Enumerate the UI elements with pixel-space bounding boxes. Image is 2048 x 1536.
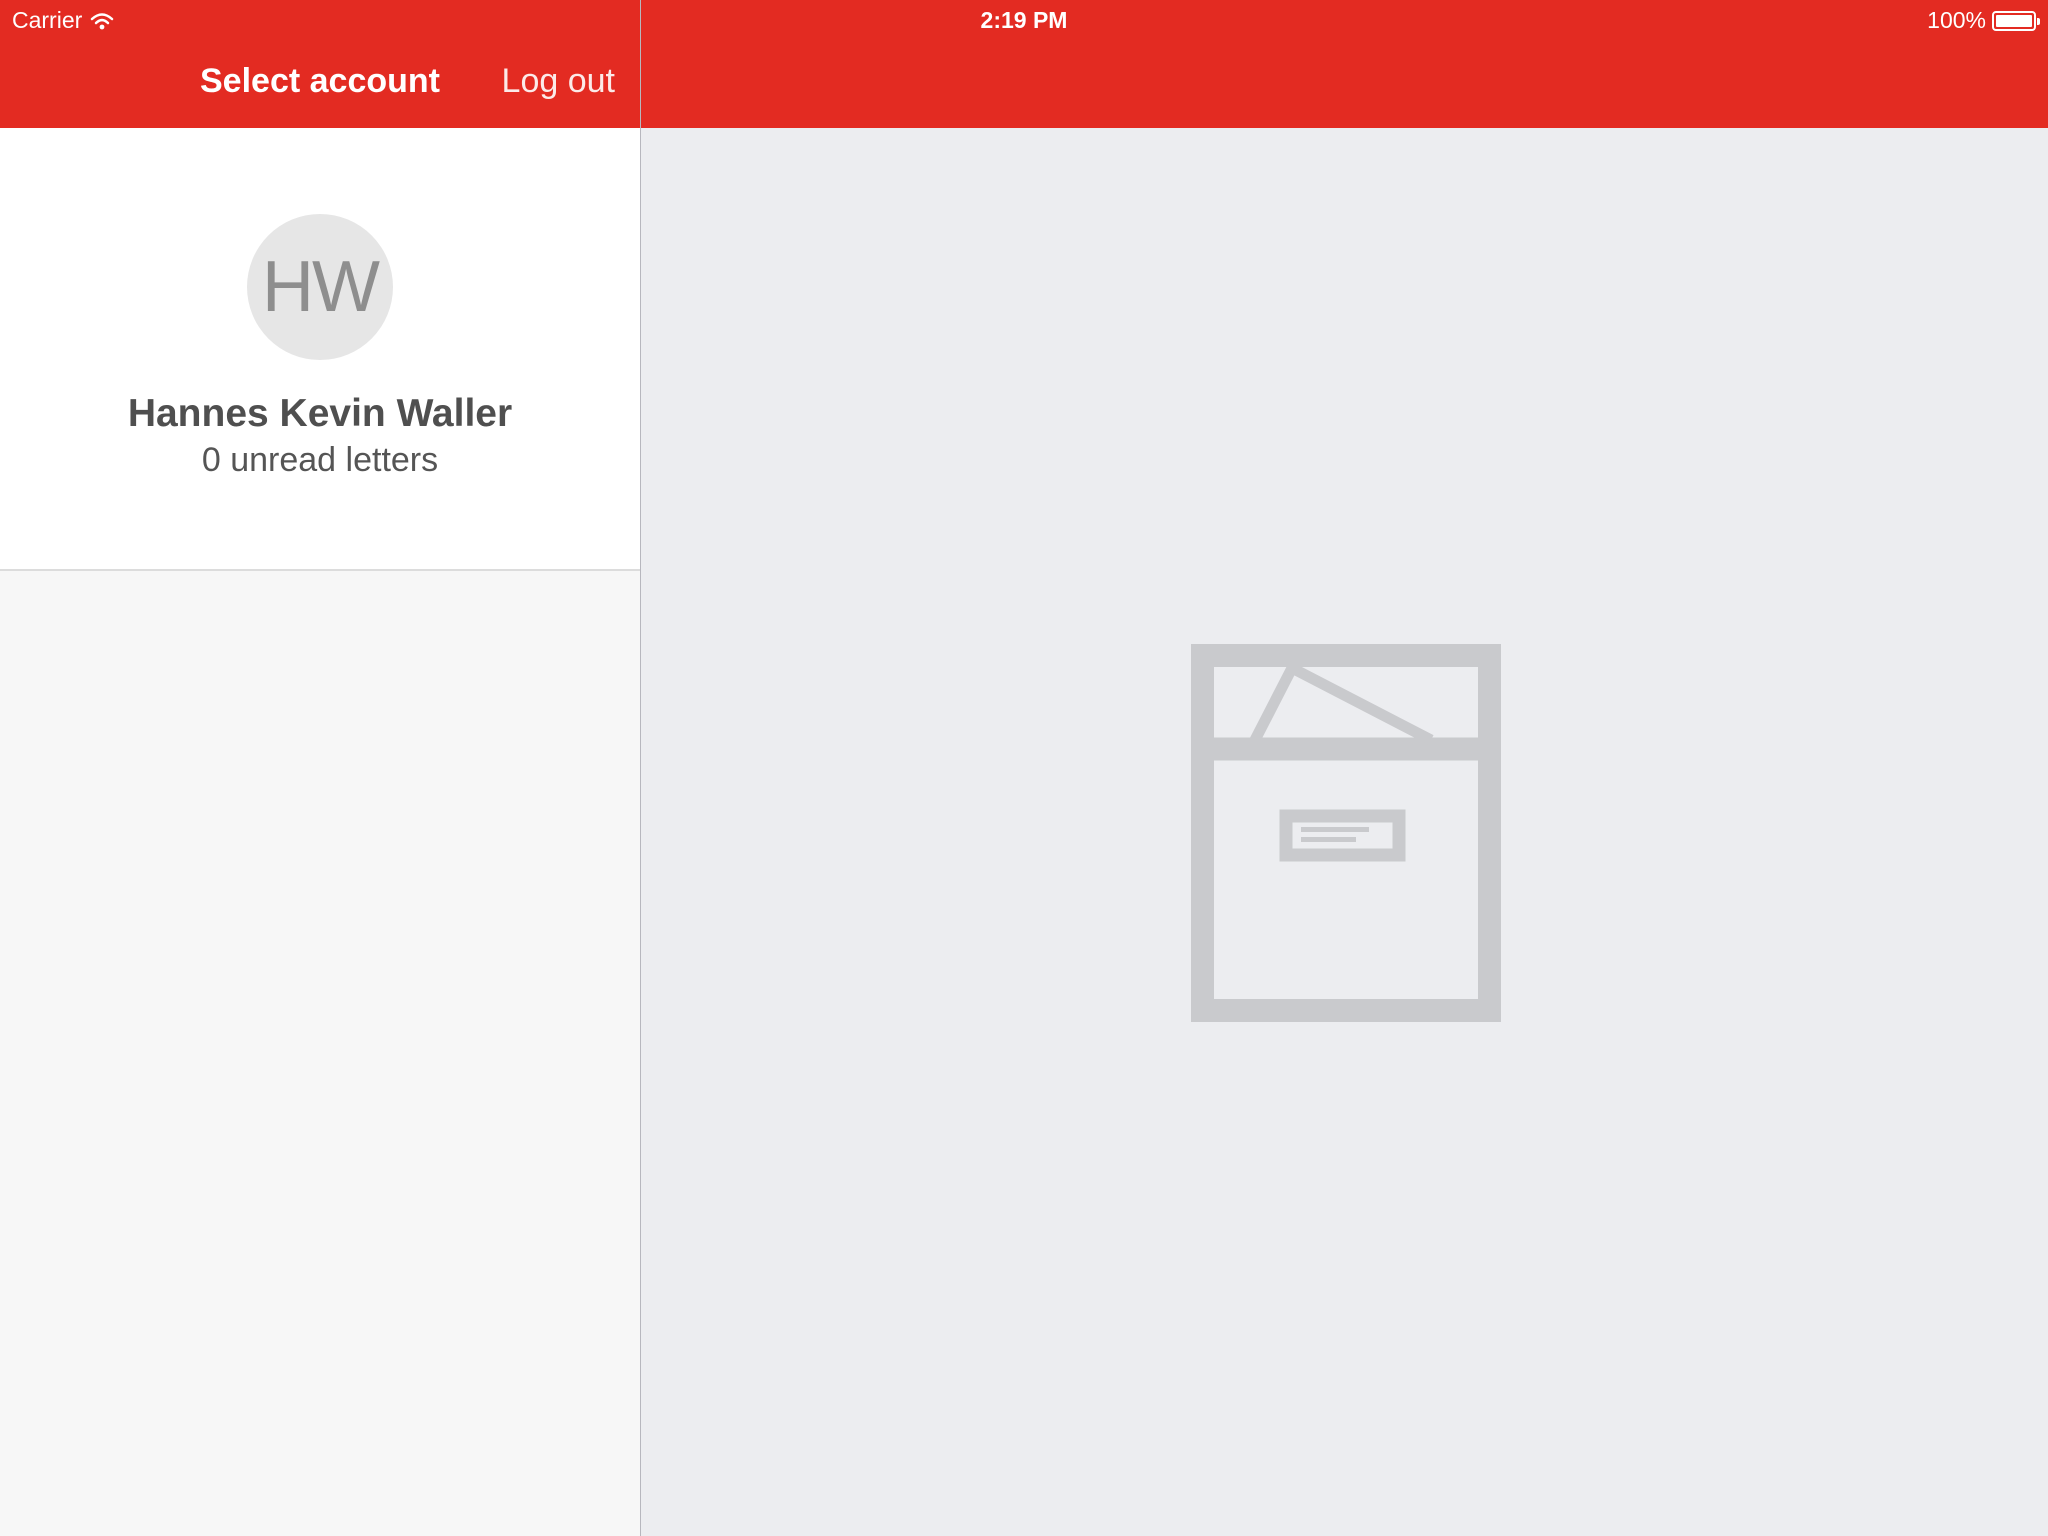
account-name: Hannes Kevin Waller — [127, 392, 513, 435]
battery-fill — [1996, 14, 2032, 27]
battery-icon — [1992, 10, 2040, 31]
status-battery: 100% — [1927, 7, 2040, 34]
account-unread-count: 0 unread letters — [201, 441, 439, 479]
detail-pane — [641, 128, 2048, 1536]
header-bar: Carrier 2:19 PM 100% Select account Log … — [0, 0, 2048, 128]
status-time: 2:19 PM — [980, 7, 1068, 33]
logout-button[interactable]: Log out — [502, 62, 615, 101]
battery-percent: 100% — [1927, 7, 1986, 33]
avatar: HW — [247, 214, 393, 360]
app-screen: Carrier 2:19 PM 100% Select account Log … — [0, 0, 2048, 1536]
mailbox-icon — [1191, 644, 1501, 1022]
account-list: HW Hannes Kevin Waller 0 unread letters — [0, 128, 640, 1536]
account-row[interactable]: HW Hannes Kevin Waller 0 unread letters — [0, 128, 640, 571]
